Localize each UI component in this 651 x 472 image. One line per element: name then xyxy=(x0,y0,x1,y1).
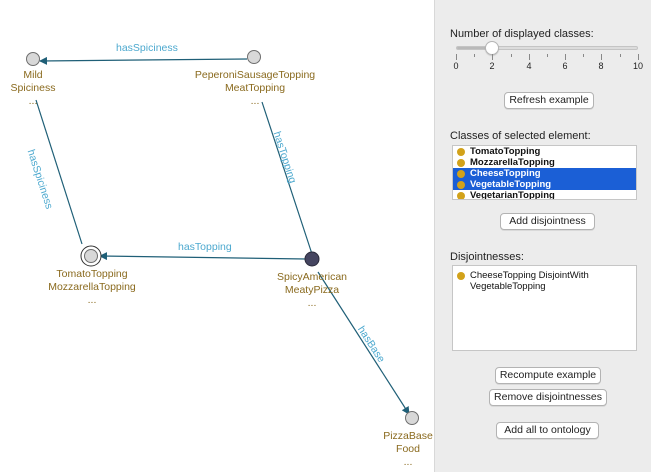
node-tomato[interactable] xyxy=(84,249,98,263)
node-label-spicy-american: SpicyAmerican MeatyPizza ... xyxy=(272,271,352,310)
node-label-line: ... xyxy=(87,294,97,306)
slider-tick-label: 4 xyxy=(526,61,532,71)
disjointnesses-label: Disjointnesses: xyxy=(450,251,524,263)
class-item-label: VegetableTopping xyxy=(470,179,552,190)
slider-tick-label: 8 xyxy=(598,61,604,71)
node-label-line: MeatyPizza xyxy=(284,284,340,296)
class-item-vegetable-topping[interactable]: VegetableTopping xyxy=(453,179,636,190)
node-label-tomato: TomatoTopping MozzarellaTopping ... xyxy=(46,268,138,307)
node-label-line: Food xyxy=(396,443,420,455)
class-item-cheese-topping[interactable]: CheeseTopping xyxy=(453,168,636,179)
slider-tick xyxy=(638,54,639,60)
recompute-example-button[interactable]: Recompute example xyxy=(495,367,601,384)
class-bullet-icon xyxy=(457,147,465,156)
node-label-line: SpicyAmerican xyxy=(276,271,348,283)
slider-tick xyxy=(583,54,584,57)
disjointnesses-list[interactable]: CheeseTopping DisjointWith VegetableTopp… xyxy=(452,265,637,351)
class-item-label: CheeseTopping xyxy=(470,168,541,179)
class-bullet-icon xyxy=(457,191,465,199)
class-item-vegetarian-topping[interactable]: VegetarianTopping xyxy=(453,190,636,200)
node-spicy-american[interactable] xyxy=(304,251,320,267)
classes-label: Classes of selected element: xyxy=(450,130,591,142)
slider-tick xyxy=(620,54,621,57)
class-item-label: TomatoTopping xyxy=(470,146,541,157)
add-all-to-ontology-button[interactable]: Add all to ontology xyxy=(496,422,599,439)
class-bullet-icon xyxy=(457,169,465,178)
slider-tick xyxy=(601,54,602,60)
class-item-label: MozzarellaTopping xyxy=(470,157,555,168)
classes-list[interactable]: TomatoTopping MozzarellaTopping CheeseTo… xyxy=(452,145,637,200)
node-label-pizza-base: PizzaBase Food ... xyxy=(382,430,434,469)
slider-tick xyxy=(511,54,512,57)
edge-has-spiciness-top xyxy=(39,56,248,65)
slider-tick-label: 0 xyxy=(453,61,459,71)
node-label-line: PizzaBase xyxy=(383,430,433,442)
node-label-mild: Mild Spiciness ... xyxy=(8,69,58,108)
node-label-line: ... xyxy=(403,456,413,468)
slider-tick xyxy=(529,54,530,60)
class-bullet-icon xyxy=(457,158,465,167)
class-item-label: VegetarianTopping xyxy=(470,190,555,200)
node-label-line: MozzarellaTopping xyxy=(48,281,136,293)
node-label-line: ... xyxy=(307,297,317,309)
slider-tick xyxy=(456,54,457,60)
slider-tick xyxy=(474,54,475,57)
node-label-line: TomatoTopping xyxy=(56,268,128,280)
node-label-line: Mild xyxy=(23,69,43,81)
class-item-mozzarella-topping[interactable]: MozzarellaTopping xyxy=(453,157,636,168)
node-label-line: Spiciness xyxy=(10,82,56,94)
slider-tick xyxy=(547,54,548,57)
slider-tick-label: 2 xyxy=(489,61,495,71)
slider-thumb[interactable] xyxy=(485,41,499,55)
node-mild[interactable] xyxy=(26,52,40,66)
class-bullet-icon xyxy=(457,180,465,189)
class-item-tomato-topping[interactable]: TomatoTopping xyxy=(453,146,636,157)
refresh-example-button[interactable]: Refresh example xyxy=(504,92,594,109)
edge-label-has-topping-middle: hasTopping xyxy=(178,241,232,253)
slider-tick xyxy=(492,54,493,60)
node-peperoni[interactable] xyxy=(247,50,261,64)
graph-canvas[interactable]: hasSpiciness hasSpiciness hasTopping has… xyxy=(0,0,435,472)
disjointness-item[interactable]: CheeseTopping DisjointWith VegetableTopp… xyxy=(457,270,636,292)
node-label-peperoni: PeperoniSausageTopping MeatTopping ... xyxy=(194,69,316,108)
slider-tick-label: 6 xyxy=(562,61,568,71)
node-label-line: ... xyxy=(28,95,38,107)
add-disjointness-button[interactable]: Add disjointness xyxy=(500,213,595,230)
disjointness-item-label: CheeseTopping DisjointWith VegetableTopp… xyxy=(470,270,589,292)
classes-count-slider[interactable] xyxy=(456,46,638,50)
disjointness-bullet-icon xyxy=(457,271,465,280)
edge-has-topping-middle xyxy=(99,252,307,261)
edge-label-has-spiciness-top: hasSpiciness xyxy=(116,42,178,54)
node-pizza-base[interactable] xyxy=(405,411,419,425)
slider-tick xyxy=(565,54,566,60)
slider-tick-label: 10 xyxy=(632,61,644,71)
node-label-line: ... xyxy=(250,95,260,107)
remove-disjointnesses-button[interactable]: Remove disjointnesses xyxy=(489,389,607,406)
node-label-line: MeatTopping xyxy=(224,82,286,94)
classes-count-label: Number of displayed classes: xyxy=(450,28,594,40)
node-label-line: PeperoniSausageTopping xyxy=(194,69,316,81)
